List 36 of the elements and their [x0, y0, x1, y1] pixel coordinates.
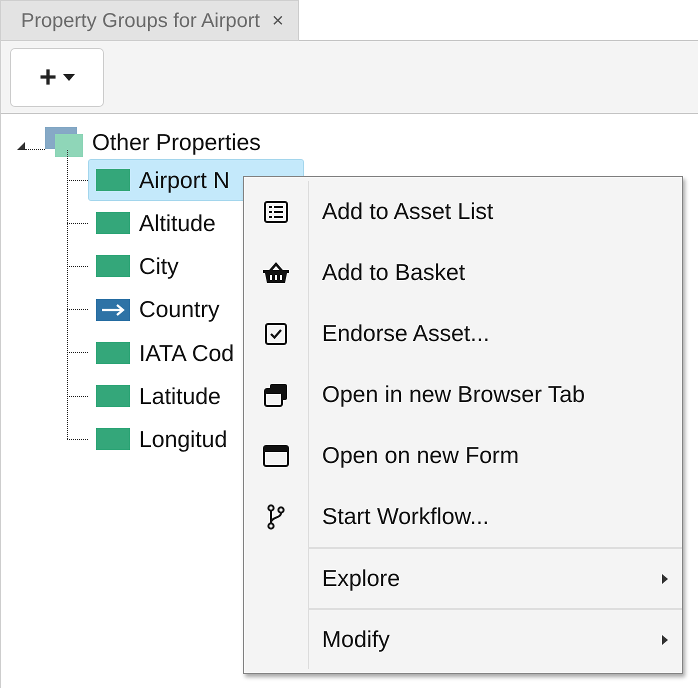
tree-item[interactable]: IATA Cod	[88, 332, 246, 374]
tree-item[interactable]: Latitude	[88, 375, 232, 417]
submenu-arrow-icon	[662, 574, 668, 584]
add-button[interactable]: +	[10, 48, 104, 107]
submenu-arrow-icon	[662, 634, 668, 644]
basket-icon	[262, 262, 290, 284]
tree-item[interactable]: City	[88, 245, 190, 288]
caret-icon	[62, 74, 75, 81]
menu-item[interactable]: Add to Asset List	[309, 181, 682, 242]
list-icon	[264, 200, 288, 222]
field-icon	[96, 342, 130, 364]
field-icon	[96, 212, 130, 234]
group-icon	[45, 127, 83, 158]
tree-item[interactable]: Altitude	[88, 202, 227, 244]
tab[interactable]: Property Groups for Airport ×	[0, 0, 299, 41]
tree-item[interactable]: Longitud	[88, 418, 238, 460]
field-icon	[96, 255, 130, 278]
close-icon[interactable]: ×	[272, 6, 284, 36]
tree-node-label[interactable]: Other Properties	[92, 125, 261, 160]
menu-item[interactable]: Endorse Asset...	[309, 303, 682, 364]
windows-icon	[264, 382, 288, 406]
tree-item[interactable]: Country	[88, 288, 231, 331]
menu-item[interactable]: Open in new Browser Tab	[309, 364, 682, 425]
window-icon	[263, 444, 289, 466]
menu-item[interactable]: Start Workflow...	[309, 486, 682, 547]
menu-item[interactable]: Add to Basket	[309, 242, 682, 303]
tab-label: Property Groups for Airport	[21, 8, 260, 34]
menu-item[interactable]: Open on new Form	[309, 425, 682, 486]
field-icon	[96, 428, 130, 450]
checkbox-icon	[265, 322, 287, 344]
menu-item[interactable]: Modify	[309, 608, 682, 669]
field-icon	[96, 169, 130, 191]
expanded-icon[interactable]	[17, 142, 25, 150]
menu-item[interactable]: Explore	[309, 547, 682, 608]
branch-icon	[267, 504, 285, 530]
field-icon	[96, 385, 130, 407]
